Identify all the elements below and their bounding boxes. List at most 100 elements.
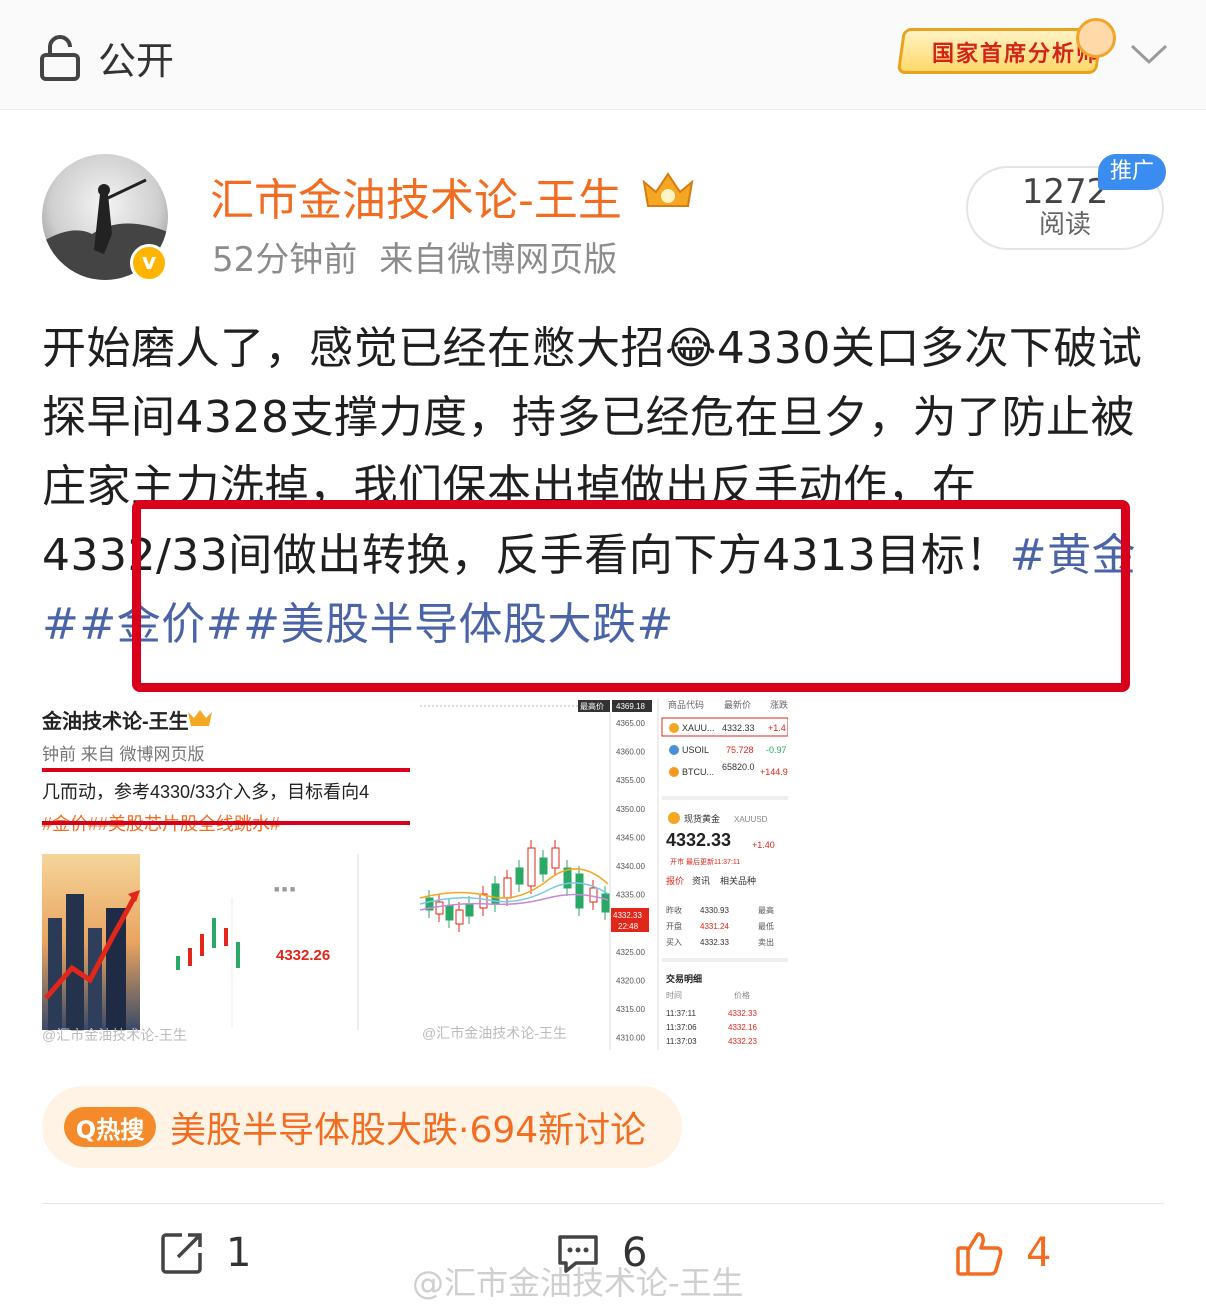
crown-icon bbox=[642, 172, 694, 207]
svg-text:4330.93: 4330.93 bbox=[700, 906, 729, 915]
quote-price: 4332.33 bbox=[722, 723, 755, 733]
top-bar: 公开 国家首席分析师 bbox=[0, 0, 1206, 110]
candle-body bbox=[515, 867, 524, 885]
img-watermark: @汇市金油技术论-王生 bbox=[422, 1025, 567, 1041]
current-time-tag: 22:48 bbox=[618, 922, 639, 931]
gold-price: 4332.33 bbox=[666, 830, 731, 850]
y-tick-label: 4350.00 bbox=[616, 805, 645, 814]
y-tick-label: 4320.00 bbox=[616, 976, 645, 985]
privacy-label: 公开 bbox=[98, 39, 175, 83]
quote-header-chg: 涨跌 bbox=[770, 700, 788, 710]
quote-code: XAUU... bbox=[682, 723, 715, 733]
svg-text:4332.16: 4332.16 bbox=[728, 1023, 757, 1032]
watermark: @汇市金油技术论-王生 bbox=[412, 1264, 744, 1302]
quote-chg: +1.4 bbox=[768, 723, 786, 733]
candle-body bbox=[551, 847, 560, 869]
svg-text:■ ■ ■: ■ ■ ■ bbox=[274, 884, 295, 894]
svg-text:4332.33: 4332.33 bbox=[700, 938, 729, 947]
y-tick-label: 4355.00 bbox=[616, 776, 645, 785]
quote-price: 65820.0 bbox=[722, 762, 755, 772]
quote-chg: +144.9 bbox=[760, 767, 788, 777]
highlight-box bbox=[132, 500, 1130, 692]
svg-text:4332.33: 4332.33 bbox=[728, 1009, 757, 1018]
author-name[interactable]: 汇市金油技术论-王生 bbox=[210, 164, 622, 228]
post-images: 金油技术论-王生 钟前 来自 微博网页版 几而动，参考4330/33介入多，目标… bbox=[42, 698, 788, 1050]
candle-body bbox=[575, 873, 584, 909]
y-tick-label: 4310.00 bbox=[616, 1034, 645, 1043]
hot-search-banner[interactable]: Q热搜 美股半导体股大跌·694新讨论 bbox=[42, 1086, 682, 1168]
y-tick-label: 4335.00 bbox=[616, 891, 645, 900]
candle-body bbox=[445, 905, 454, 921]
img-author: 金油技术论-王生 bbox=[42, 709, 189, 733]
title-badge: 国家首席分析师 bbox=[892, 14, 1122, 92]
svg-text:价格: 价格 bbox=[734, 990, 750, 1000]
img-text: 几而动，参考4330/33介入多，目标看向4 bbox=[42, 782, 369, 802]
gold-symbol: XAUUSD bbox=[734, 815, 768, 824]
lock-icon bbox=[40, 34, 80, 81]
quote-header-code: 商品代码 bbox=[668, 699, 704, 710]
thumbs-up-icon bbox=[956, 1232, 1003, 1276]
quote-code: BTCU... bbox=[682, 767, 714, 777]
quote-header-price: 最新价 bbox=[724, 699, 751, 710]
verified-icon: v bbox=[130, 244, 168, 282]
post-image-1[interactable]: 金油技术论-王生 钟前 来自 微博网页版 几而动，参考4330/33介入多，目标… bbox=[42, 698, 410, 1050]
candle-body bbox=[465, 903, 474, 917]
svg-text:买入: 买入 bbox=[666, 938, 682, 947]
hot-search-pill: Q热搜 bbox=[64, 1107, 156, 1147]
svg-text:卖出: 卖出 bbox=[758, 937, 774, 947]
y-tick-label: 4345.00 bbox=[616, 833, 645, 842]
candle-body bbox=[435, 901, 444, 915]
post-source: 来自微博网页版 bbox=[379, 240, 618, 280]
promo-badge[interactable]: 推广 bbox=[1098, 154, 1166, 190]
y-tick-label: 4315.00 bbox=[616, 1005, 645, 1014]
candle-body bbox=[455, 909, 464, 925]
post-meta: 52分钟前 来自微博网页版 bbox=[212, 232, 617, 281]
quote-chg: -0.97 bbox=[766, 745, 787, 755]
post-text-part1: 开始磨人了，感觉已经在憋大招 bbox=[42, 323, 665, 374]
gold-name: 现货黄金 bbox=[684, 813, 720, 824]
chart-high-value: 4369.18 bbox=[616, 702, 645, 711]
tab-quote: 报价 bbox=[666, 875, 684, 886]
avatar-icon bbox=[1076, 18, 1116, 58]
candle-body bbox=[589, 887, 598, 903]
candle-body bbox=[527, 847, 536, 887]
repost-icon bbox=[161, 1233, 202, 1274]
svg-text:4331.24: 4331.24 bbox=[700, 922, 729, 931]
post-time: 52分钟前 bbox=[212, 240, 358, 280]
post-image-2[interactable]: 最高价 4369.18 4365.00 4360.00 4355.00 4350.00… bbox=[418, 698, 788, 1050]
like-count: 4 bbox=[1026, 1230, 1052, 1276]
svg-text:开盘: 开盘 bbox=[666, 921, 682, 931]
privacy-setting[interactable]: 公开 bbox=[40, 30, 174, 85]
svg-text:最高: 最高 bbox=[758, 905, 774, 915]
repost-button[interactable]: 1 bbox=[160, 1230, 251, 1276]
tab-related: 相关品种 bbox=[720, 875, 756, 886]
img-meta: 钟前 来自 微博网页版 bbox=[42, 745, 204, 764]
svg-text:11:37:11: 11:37:11 bbox=[666, 1009, 697, 1018]
title-badge-text: 国家首席分析师 bbox=[932, 41, 1101, 67]
y-tick-label: 4325.00 bbox=[616, 948, 645, 957]
img-watermark: @汇市金油技术论-王生 bbox=[42, 1027, 187, 1043]
gold-change: +1.40 bbox=[752, 840, 775, 850]
svg-text:11:37:03: 11:37:03 bbox=[666, 1037, 697, 1046]
candle-body bbox=[601, 893, 610, 913]
svg-text:最低: 最低 bbox=[758, 921, 774, 931]
chevron-down-icon[interactable] bbox=[1130, 42, 1168, 66]
current-price-tag: 4332.33 bbox=[613, 911, 642, 920]
divider bbox=[42, 1203, 1164, 1204]
svg-text:11:37:06: 11:37:06 bbox=[666, 1023, 697, 1032]
trades-title: 交易明细 bbox=[666, 973, 702, 984]
laugh-cry-emoji: 😂 bbox=[665, 323, 717, 374]
svg-text:昨收: 昨收 bbox=[666, 905, 682, 915]
candle-body bbox=[503, 877, 512, 899]
gold-status: 开市 最后更新11:37:11 bbox=[670, 857, 740, 866]
svg-text:4332.23: 4332.23 bbox=[728, 1037, 757, 1046]
quote-price: 75.728 bbox=[726, 745, 754, 755]
hot-search-text: 美股半导体股大跌·694新讨论 bbox=[170, 1110, 647, 1151]
chart-high-label: 最高价 bbox=[580, 701, 604, 711]
img-mini-price: 4332.26 bbox=[276, 947, 330, 964]
like-button[interactable]: 4 bbox=[956, 1230, 1051, 1276]
tab-news: 资讯 bbox=[692, 876, 710, 886]
candle-body bbox=[539, 857, 548, 875]
y-tick-label: 4365.00 bbox=[616, 719, 645, 728]
y-tick-label: 4360.00 bbox=[616, 748, 645, 757]
